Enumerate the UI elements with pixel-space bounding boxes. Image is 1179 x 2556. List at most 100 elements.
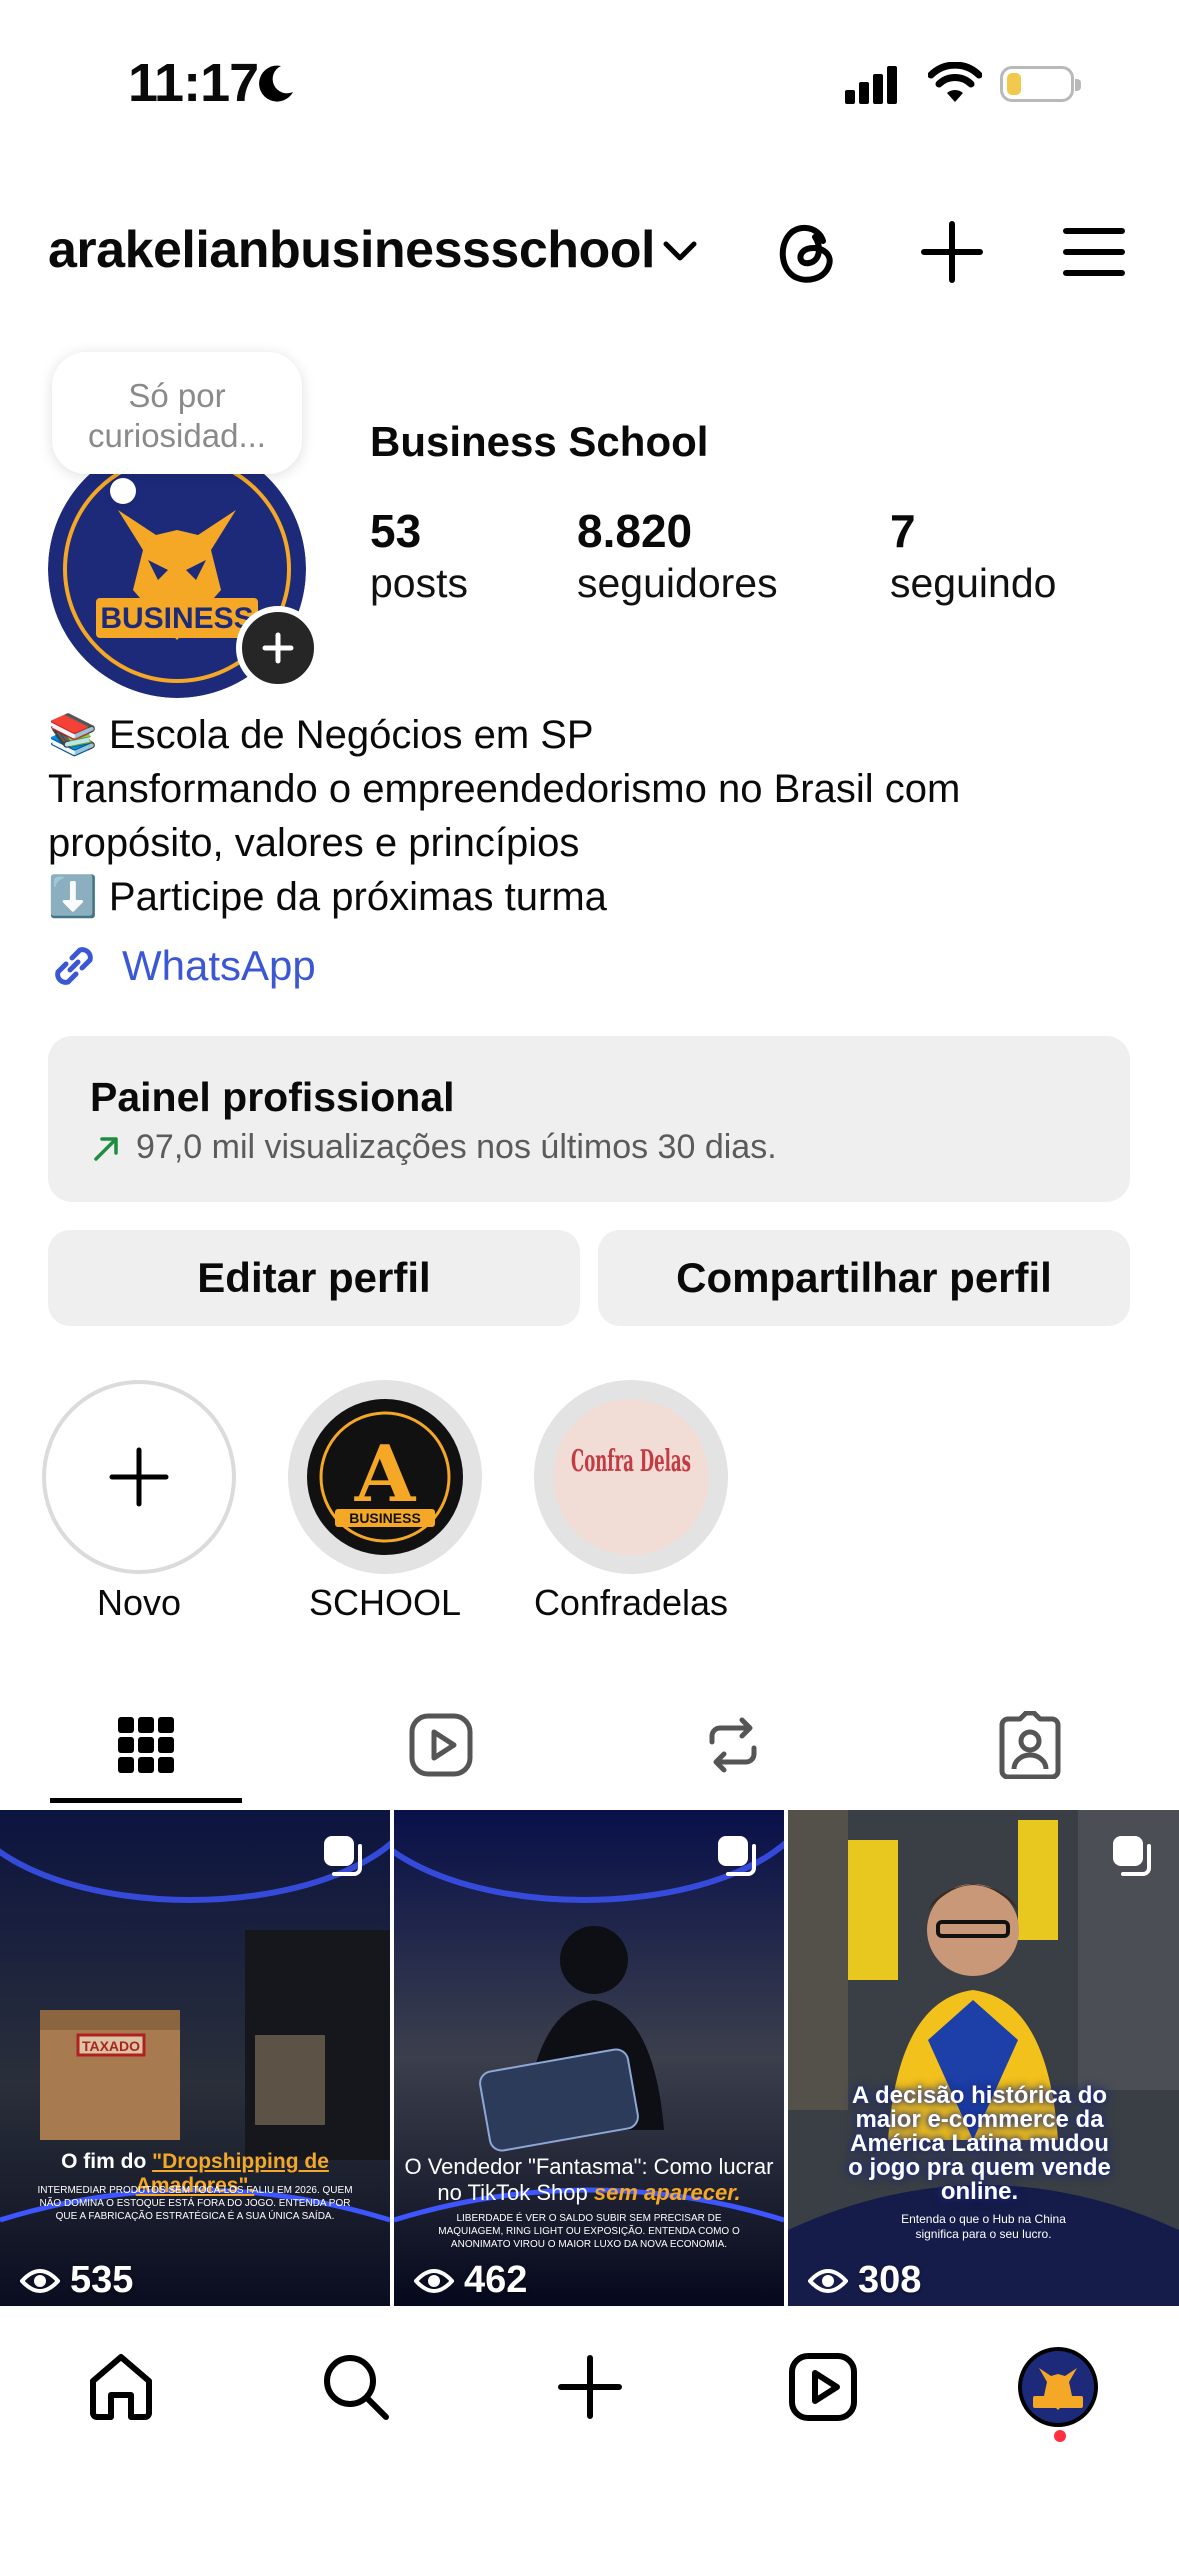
highlight-new-circle[interactable] <box>42 1380 236 1574</box>
home-icon <box>90 2354 152 2420</box>
post-body: Entenda o que o Hub na China significa p… <box>901 2212 1066 2241</box>
menu-button[interactable] <box>1052 212 1136 292</box>
bottom-navigation-bar <box>0 2306 1179 2556</box>
display-name: Business School <box>370 418 709 465</box>
school-logo-word: BUSINESS <box>349 1510 421 1526</box>
post-views-value: 308 <box>858 2259 922 2301</box>
stat-value: 8.820 <box>577 505 693 557</box>
profile-avatar-icon <box>1018 2347 1098 2427</box>
carousel-icon <box>714 1832 762 1885</box>
post-caption-line: O Vendedor "Fantasma": Como lucrar <box>404 2154 774 2179</box>
post-caption-line: A decisão histórica do <box>851 2082 1108 2109</box>
post-view-count: 535 <box>20 2259 133 2302</box>
search-icon <box>324 2355 389 2420</box>
post-stamp-text: TAXADO <box>82 2038 140 2054</box>
nav-reels[interactable] <box>778 2342 868 2432</box>
create-button[interactable] <box>912 212 992 292</box>
grid-icon <box>118 1717 174 1773</box>
tab-reposts[interactable] <box>688 1700 778 1790</box>
stat-label: seguindo <box>890 560 1057 606</box>
stat-label: seguidores <box>577 560 778 606</box>
plus-icon <box>109 1447 169 1507</box>
stat-value: 53 <box>370 505 422 557</box>
post-tile[interactable]: O Vendedor "Fantasma": Como lucrar no Ti… <box>394 1810 784 2306</box>
post-body: LIBERDADE É VER O SALDO SUBIR SEM PRECIS… <box>438 2213 740 2250</box>
repost-icon <box>709 1717 757 1773</box>
moon-icon <box>259 65 293 102</box>
chevron-down-icon[interactable] <box>660 236 700 266</box>
notification-dot <box>1054 2430 1066 2442</box>
confradelas-logo-text: Confra Delas <box>571 1444 691 1479</box>
threads-button[interactable] <box>770 212 846 292</box>
post-caption-prefix: no TikTok Shop <box>437 2180 594 2205</box>
post-view-count: 462 <box>414 2259 527 2302</box>
stat-label: posts <box>370 560 468 606</box>
post-caption: A decisão histórica do maior e-commerce … <box>788 2084 1179 2204</box>
bio-line: Transformando o empreendedorismo no Bras… <box>48 767 961 811</box>
post-caption-line: o jogo pra quem vende <box>848 2154 1111 2181</box>
tagged-person-icon <box>999 1711 1061 1779</box>
share-profile-button[interactable]: Compartilhar perfil <box>598 1230 1130 1326</box>
tab-tagged[interactable] <box>985 1700 1075 1790</box>
post-views-value: 462 <box>464 2259 528 2301</box>
reels-icon <box>409 1713 473 1777</box>
post-caption-line: no TikTok Shop sem aparecer. <box>394 2180 784 2206</box>
tab-posts-grid[interactable] <box>101 1700 191 1790</box>
trend-up-icon <box>94 1136 118 1161</box>
confradelas-logo-image: Confra Delas <box>553 1399 709 1555</box>
active-tab-indicator <box>50 1798 242 1803</box>
profile-username[interactable]: arakelianbusinessschool <box>48 220 656 280</box>
stat-value: 7 <box>890 505 916 557</box>
dashboard-title: Painel profissional <box>90 1074 455 1120</box>
plus-icon <box>558 2355 622 2419</box>
highlight-label: Confradelas <box>533 1582 729 1623</box>
plus-icon <box>262 632 294 664</box>
nav-home[interactable] <box>76 2342 166 2432</box>
bio-line: 📚 Escola de Negócios em SP <box>48 713 594 757</box>
hamburger-menu-icon <box>1063 228 1125 276</box>
eye-icon <box>808 2268 848 2293</box>
highlight-school-circle[interactable]: A BUSINESS <box>288 1380 482 1574</box>
note-tail <box>110 478 136 504</box>
highlight-confradelas-circle[interactable]: Confra Delas <box>534 1380 728 1574</box>
tab-reels[interactable] <box>396 1700 486 1790</box>
status-time: 11:17 <box>128 53 259 113</box>
school-logo-image: A BUSINESS <box>307 1399 463 1555</box>
professional-dashboard-card[interactable]: Painel profissional 97,0 mil visualizaçõ… <box>48 1036 1130 1202</box>
carousel-icon <box>1109 1832 1157 1885</box>
carousel-icon <box>320 1832 368 1885</box>
nav-profile[interactable] <box>1013 2342 1103 2432</box>
post-caption-line: maior e-commerce da <box>855 2106 1104 2133</box>
post-caption-line: online. <box>940 2178 1019 2205</box>
post-views-value: 535 <box>70 2259 134 2301</box>
post-caption-highlight: sem aparecer. <box>593 2180 741 2205</box>
nav-search[interactable] <box>311 2342 401 2432</box>
avatar-logo-text: BUSINESS <box>100 602 253 635</box>
bio-line: ⬇️ Participe da próximas turma <box>48 875 607 919</box>
dashboard-views-text: 97,0 mil visualizações nos últimos 30 di… <box>136 1128 777 1166</box>
profile-note-bubble[interactable]: Só por curiosidad... <box>52 352 302 474</box>
wifi-icon <box>928 62 982 102</box>
dashboard-subtitle: 97,0 mil visualizações nos últimos 30 di… <box>92 1128 777 1167</box>
reels-icon <box>789 2353 857 2421</box>
post-caption-prefix: O fim do <box>61 2150 153 2173</box>
highlight-label: Novo <box>96 1582 182 1623</box>
note-text: Só por curiosidad... <box>88 377 266 454</box>
battery-icon <box>1000 66 1081 102</box>
post-view-count: 308 <box>808 2259 921 2302</box>
plus-icon <box>921 221 983 283</box>
post-tile[interactable]: A decisão histórica do maior e-commerce … <box>788 1810 1179 2306</box>
post-tile[interactable]: TAXADO O fim do "Dropshipping de Amadore… <box>0 1810 390 2306</box>
profile-bio: 📚 Escola de Negócios em SP Transformando… <box>48 708 1148 924</box>
nav-create[interactable] <box>545 2342 635 2432</box>
eye-icon <box>414 2268 454 2293</box>
link-label: WhatsApp <box>122 942 316 989</box>
edit-profile-button[interactable]: Editar perfil <box>48 1230 580 1326</box>
bio-link[interactable]: WhatsApp <box>48 940 316 992</box>
bio-line: propósito, valores e princípios <box>48 821 580 865</box>
post-caption: O Vendedor "Fantasma": Como lucrar no Ti… <box>394 2154 784 2206</box>
add-story-button[interactable] <box>236 606 320 690</box>
cellular-signal-icon <box>845 66 897 104</box>
link-icon <box>55 947 93 985</box>
eye-icon <box>20 2268 60 2293</box>
